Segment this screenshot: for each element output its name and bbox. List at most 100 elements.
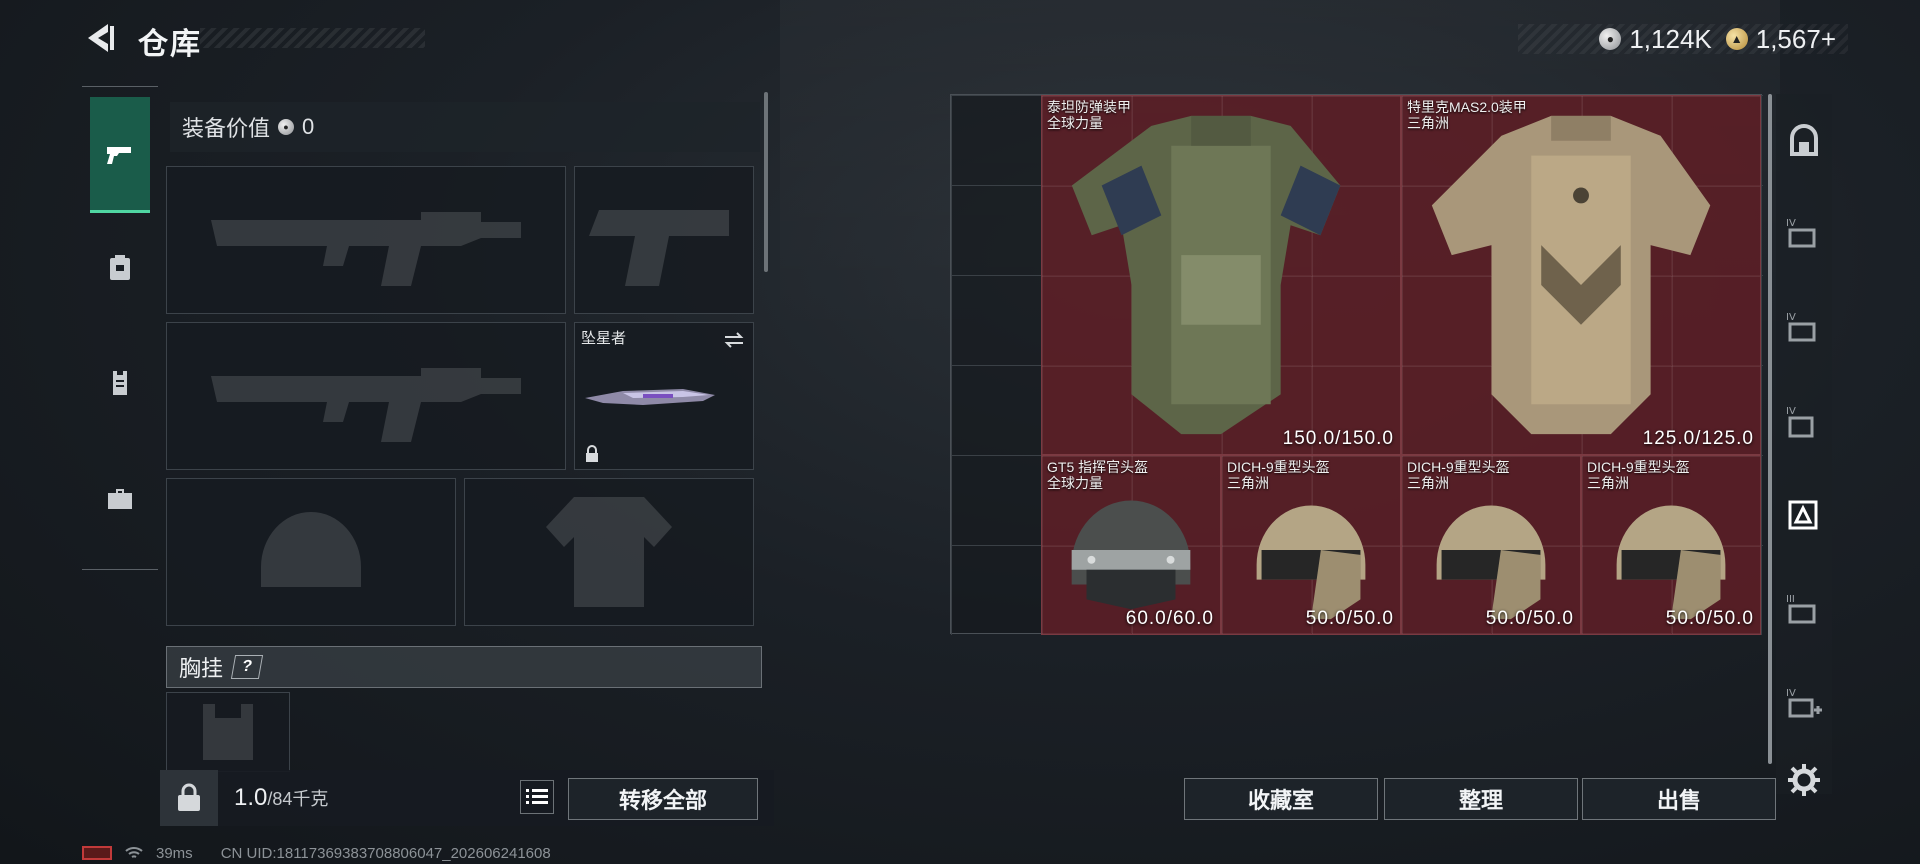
wifi-icon <box>125 847 143 858</box>
svg-text:IV: IV <box>1786 218 1796 229</box>
item-name: GT5 指挥官头盔 全球力量 <box>1047 459 1148 491</box>
tab-case[interactable] <box>90 469 150 529</box>
list-icon <box>526 789 548 804</box>
ping-value: 39ms <box>156 844 193 862</box>
page-title: 仓库 <box>138 28 202 61</box>
item-name: DICH-9重型头盔 三角洲 <box>1587 459 1690 491</box>
transfer-all-button[interactable]: 转移全部 <box>568 778 758 820</box>
item-durability: 125.0/125.0 <box>1642 428 1754 449</box>
svg-text:IV: IV <box>1786 312 1796 323</box>
briefcase-icon <box>108 489 132 509</box>
rifle-placeholder-icon <box>167 167 565 313</box>
item-helmet-dich9-2[interactable]: DICH-9重型头盔 三角洲 50.0/50.0 <box>1401 455 1581 635</box>
item-armor-mas2[interactable]: 特里克MAS2.0装甲 三角洲 125.0/125.0 <box>1401 95 1761 455</box>
storage-side-tabs: IV IV IV III IV <box>1776 94 1832 796</box>
loadout-panel: 装备价值 ● 0 坠星者 胸挂 ? <box>160 92 770 832</box>
tab-storage-4a[interactable]: IV <box>1784 214 1824 254</box>
weight-bar: 1.0/84千克 转移全部 <box>160 770 774 826</box>
tab-weapons[interactable] <box>90 97 150 213</box>
status-line: 39ms CN UID:18117369383708806047_2026062… <box>82 842 551 864</box>
battery-icon <box>82 846 112 860</box>
item-helmet-dich9-1[interactable]: DICH-9重型头盔 三角洲 50.0/50.0 <box>1221 455 1401 635</box>
primary-weapon-slot-1[interactable] <box>166 166 566 314</box>
collection-room-button[interactable]: 收藏室 <box>1184 778 1378 820</box>
pistol-slot[interactable] <box>574 166 754 314</box>
settings-button[interactable] <box>1784 760 1824 800</box>
sort-button[interactable]: 整理 <box>1384 778 1578 820</box>
item-helmet-gt5[interactable]: GT5 指挥官头盔 全球力量 60.0/60.0 <box>1041 455 1221 635</box>
storage-grid[interactable]: 泰坦防弹装甲 全球力量 150.0/150.0 特里克MAS2.0装甲 三角洲 … <box>950 94 1763 635</box>
backpack-icon <box>110 255 130 280</box>
armor-slot[interactable] <box>464 478 754 626</box>
svg-text:IV: IV <box>1786 406 1796 417</box>
equip-value-bar: 装备价值 ● 0 <box>170 102 760 152</box>
item-name-line2: 三角洲 <box>1407 115 1449 131</box>
item-name-line1: DICH-9重型头盔 <box>1227 459 1330 475</box>
back-button[interactable] <box>80 18 120 58</box>
chest-rig-slot[interactable] <box>166 692 290 772</box>
item-name-line2: 三角洲 <box>1587 475 1629 491</box>
tab-storage-armor[interactable] <box>1784 496 1824 536</box>
pistol-placeholder-icon <box>575 167 753 313</box>
item-name-line1: DICH-9重型头盔 <box>1587 459 1690 475</box>
item-name: DICH-9重型头盔 三角洲 <box>1407 459 1510 491</box>
tab-backpack[interactable] <box>90 237 150 297</box>
armor-storage-icon <box>1788 500 1818 530</box>
melee-slot[interactable]: 坠星者 <box>574 322 754 470</box>
equip-value-label: 装备价值 <box>182 116 271 141</box>
back-arrow-icon <box>88 24 114 52</box>
tab-storage-add[interactable]: IV <box>1784 684 1824 724</box>
equip-value: 0 <box>302 114 315 139</box>
chest-rig-icon <box>113 371 127 395</box>
category-tabs <box>82 86 158 570</box>
item-name-line1: DICH-9重型头盔 <box>1407 459 1510 475</box>
silver-currency[interactable]: ● 1,124K <box>1599 23 1712 55</box>
gold-currency[interactable]: ▲ 1,567+ <box>1725 24 1836 55</box>
rifle-placeholder-icon <box>167 323 565 469</box>
add-storage-icon: IV <box>1786 688 1822 718</box>
gold-coin-icon: ▲ <box>1725 28 1748 50</box>
chest-rig-section-label: 胸挂 <box>179 656 224 681</box>
silver-currency-value: 1,124K <box>1629 23 1712 54</box>
storage-box-icon: IV <box>1786 218 1816 248</box>
storage-box-icon: III <box>1786 594 1816 624</box>
lock-icon <box>586 445 598 462</box>
gear-icon <box>1788 764 1820 796</box>
title-decoration <box>200 28 425 48</box>
weight-readout: 1.0/84千克 <box>234 784 328 812</box>
item-durability: 60.0/60.0 <box>1125 608 1214 629</box>
tab-safe[interactable] <box>1784 120 1824 160</box>
chest-rig-section-header: 胸挂 ? <box>166 646 762 688</box>
item-armor-titan[interactable]: 泰坦防弹装甲 全球力量 150.0/150.0 <box>1041 95 1401 455</box>
tab-chest-rig[interactable] <box>90 353 150 413</box>
tab-storage-4b[interactable]: IV <box>1784 308 1824 348</box>
item-helmet-dich9-3[interactable]: DICH-9重型头盔 三角洲 50.0/50.0 <box>1581 455 1761 635</box>
list-view-button[interactable] <box>520 780 554 814</box>
uid-text: CN UID:18117369383708806047_202606241608 <box>220 844 551 862</box>
svg-text:IV: IV <box>1786 688 1796 699</box>
swap-icon[interactable] <box>723 329 745 351</box>
tab-storage-3[interactable]: III <box>1784 590 1824 630</box>
armor-image <box>1071 115 1341 435</box>
item-name-line1: GT5 指挥官头盔 <box>1047 459 1149 475</box>
tab-storage-4c[interactable]: IV <box>1784 402 1824 442</box>
item-name: DICH-9重型头盔 三角洲 <box>1227 459 1330 491</box>
weight-lock-button[interactable] <box>160 770 218 826</box>
helmet-slot[interactable] <box>166 478 456 626</box>
weight-current: 1.0 <box>234 784 268 811</box>
item-durability: 50.0/50.0 <box>1665 608 1754 629</box>
item-name-line2: 全球力量 <box>1047 475 1103 491</box>
item-name: 泰坦防弹装甲 全球力量 <box>1047 99 1131 131</box>
armor-placeholder-icon <box>465 479 753 625</box>
loadout-scrollbar[interactable] <box>764 92 768 272</box>
weight-capacity: /84千克 <box>267 789 329 809</box>
weight-icon <box>178 783 200 811</box>
melee-name: 坠星者 <box>581 330 627 347</box>
storage-scrollbar[interactable] <box>1768 94 1772 764</box>
armor-image <box>1431 115 1711 435</box>
safe-icon <box>1790 124 1818 156</box>
sell-button[interactable]: 出售 <box>1582 778 1776 820</box>
item-name: 特里克MAS2.0装甲 三角洲 <box>1407 99 1527 131</box>
help-icon[interactable]: ? <box>230 655 264 679</box>
primary-weapon-slot-2[interactable] <box>166 322 566 470</box>
